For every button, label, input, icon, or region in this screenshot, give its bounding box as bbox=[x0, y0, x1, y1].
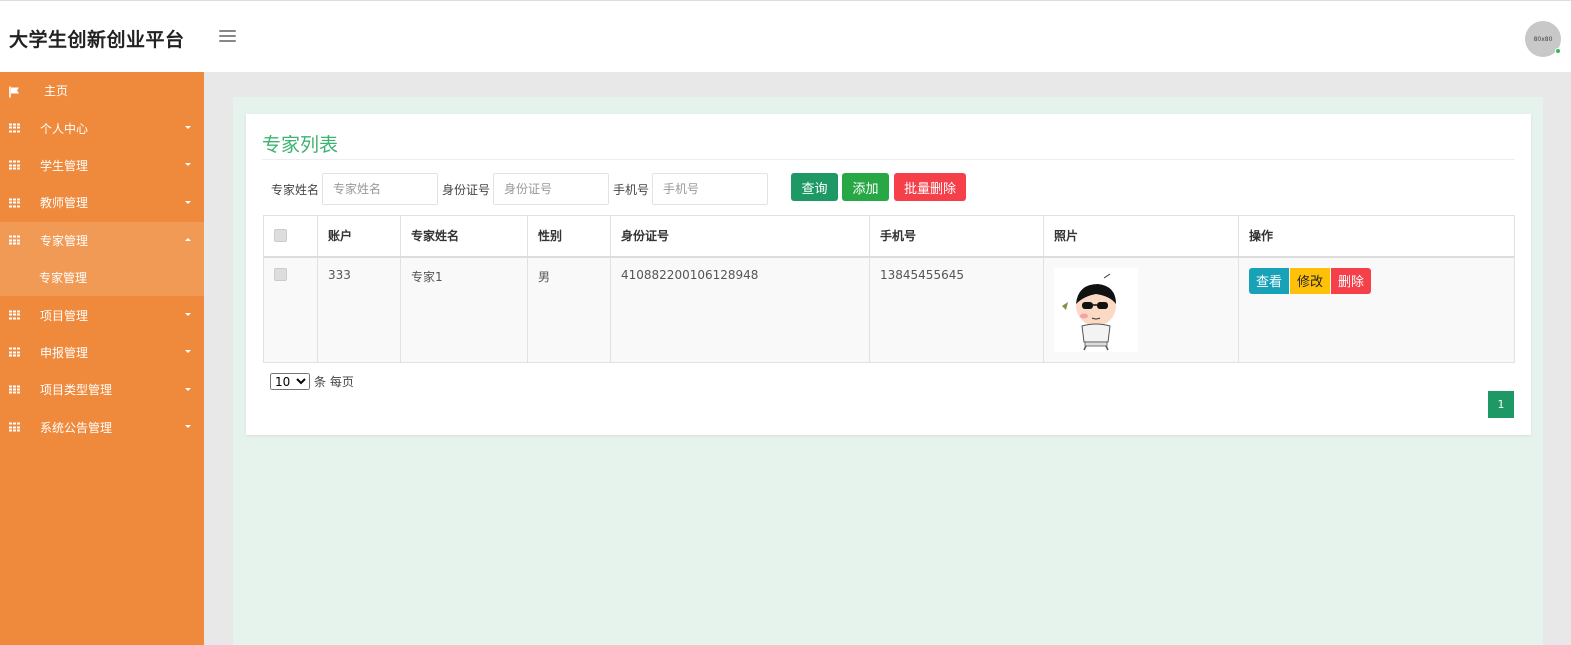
sidebar-item-experts[interactable]: 专家管理 bbox=[0, 221, 204, 259]
edit-button[interactable]: 修改 bbox=[1290, 267, 1331, 294]
avatar-placeholder-text: 80x80 bbox=[1533, 35, 1553, 43]
query-button[interactable]: 查询 bbox=[791, 173, 838, 201]
sidebar-item-label: 教师管理 bbox=[40, 196, 89, 211]
sidebar-item-label: 学生管理 bbox=[40, 158, 89, 173]
column-header: 操作 bbox=[1238, 215, 1515, 258]
expert-photo bbox=[1054, 267, 1138, 352]
table-row: 333 专家1 男 410882200106128948 13845455645 bbox=[263, 256, 1515, 363]
row-select-cell bbox=[263, 256, 318, 363]
expert-name-input[interactable] bbox=[322, 173, 439, 205]
chevron-down-icon bbox=[185, 163, 191, 167]
view-button[interactable]: 查看 bbox=[1249, 267, 1290, 294]
sidebar-item-teachers[interactable]: 教师管理 bbox=[0, 184, 204, 221]
id-number-input[interactable] bbox=[493, 173, 610, 205]
name-cell: 专家1 bbox=[400, 256, 528, 363]
title-divider bbox=[262, 159, 1515, 160]
sidebar-item-label: 主页 bbox=[44, 84, 69, 99]
column-header: 身份证号 bbox=[610, 215, 870, 258]
grid-icon bbox=[9, 310, 20, 320]
sidebar-item-label: 系统公告管理 bbox=[40, 420, 113, 435]
grid-icon bbox=[9, 160, 20, 170]
column-header: 手机号 bbox=[869, 215, 1044, 258]
page-title: 专家列表 bbox=[262, 134, 339, 156]
search-form: 专家姓名 身份证号 手机号 bbox=[271, 173, 772, 205]
sidebar-item-projects[interactable]: 项目管理 bbox=[0, 296, 204, 333]
phone-cell: 13845455645 bbox=[869, 256, 1044, 363]
phone-input[interactable] bbox=[652, 173, 769, 205]
column-header: 照片 bbox=[1043, 215, 1239, 258]
expert-list-card: 专家列表 专家姓名 身份证号 手机号 查询 添加 批量删除 账户 专家姓名 性别… bbox=[246, 114, 1531, 435]
batch-delete-button[interactable]: 批量删除 bbox=[894, 173, 966, 201]
online-status-icon bbox=[1555, 48, 1561, 54]
select-all-cell bbox=[263, 215, 318, 258]
expert-table: 账户 专家姓名 性别 身份证号 手机号 照片 操作 333 专家1 男 4108… bbox=[263, 215, 1515, 363]
delete-button[interactable]: 删除 bbox=[1331, 267, 1372, 294]
per-page-label: 条 每页 bbox=[314, 375, 354, 389]
sidebar-item-label: 专家管理 bbox=[40, 233, 89, 248]
brand-title: 大学生创新创业平台 bbox=[9, 29, 185, 51]
grid-icon bbox=[9, 385, 20, 394]
select-all-checkbox[interactable] bbox=[274, 228, 287, 242]
chevron-down-icon bbox=[185, 387, 191, 391]
menu-toggle-icon[interactable] bbox=[219, 30, 236, 44]
grid-icon bbox=[9, 347, 20, 357]
sidebar-item-label: 申报管理 bbox=[40, 345, 89, 360]
expert-name-label: 专家姓名 bbox=[271, 182, 320, 197]
column-header: 专家姓名 bbox=[400, 215, 528, 258]
row-actions: 查看 修改 删除 bbox=[1249, 267, 1504, 294]
sidebar-item-label: 项目类型管理 bbox=[40, 383, 113, 398]
sidebar-item-home[interactable]: 主页 bbox=[0, 72, 204, 109]
id-number-label: 身份证号 bbox=[442, 182, 491, 197]
sidebar-item-personal-center[interactable]: 个人中心 bbox=[0, 109, 204, 146]
column-header: 性别 bbox=[527, 215, 611, 258]
id-number-cell: 410882200106128948 bbox=[610, 256, 870, 363]
column-header: 账户 bbox=[317, 215, 401, 258]
pagination-page-1[interactable]: 1 bbox=[1488, 391, 1514, 418]
sidebar-item-announcements[interactable]: 系统公告管理 bbox=[0, 409, 204, 446]
row-checkbox[interactable] bbox=[274, 267, 287, 281]
sidebar-item-label: 个人中心 bbox=[40, 121, 89, 136]
chevron-down-icon bbox=[185, 425, 191, 429]
chevron-down-icon bbox=[185, 313, 191, 317]
sidebar: 主页 个人中心 学生管理 教师管理 专家管理 专家管理 项目管理 申报管理 项目… bbox=[0, 72, 204, 645]
chevron-down-icon bbox=[185, 350, 191, 354]
add-button[interactable]: 添加 bbox=[842, 173, 889, 201]
account-cell: 333 bbox=[317, 256, 401, 363]
grid-icon bbox=[9, 123, 20, 133]
avatar[interactable]: 80x80 bbox=[1525, 21, 1561, 57]
chevron-down-icon bbox=[185, 126, 191, 130]
top-header: 大学生创新创业平台 80x80 bbox=[0, 0, 1571, 72]
chevron-down-icon bbox=[185, 200, 191, 204]
chevron-up-icon bbox=[185, 238, 191, 242]
gender-cell: 男 bbox=[527, 256, 611, 363]
grid-icon bbox=[9, 235, 20, 245]
table-header-row: 账户 专家姓名 性别 身份证号 手机号 照片 操作 bbox=[263, 215, 1515, 258]
sidebar-item-label: 专家管理 bbox=[39, 271, 88, 286]
actions-cell: 查看 修改 删除 bbox=[1238, 256, 1515, 363]
flag-icon bbox=[9, 86, 20, 98]
sidebar-item-label: 项目管理 bbox=[40, 308, 89, 323]
grid-icon bbox=[9, 422, 20, 432]
phone-label: 手机号 bbox=[613, 182, 650, 197]
sidebar-item-students[interactable]: 学生管理 bbox=[0, 147, 204, 184]
sidebar-item-applications[interactable]: 申报管理 bbox=[0, 334, 204, 371]
sidebar-item-project-types[interactable]: 项目类型管理 bbox=[0, 371, 204, 408]
sidebar-subitem-expert-management[interactable]: 专家管理 bbox=[0, 258, 204, 297]
photo-cell bbox=[1043, 256, 1239, 363]
grid-icon bbox=[9, 198, 20, 208]
page-size-select[interactable]: 10 bbox=[270, 373, 310, 390]
page-size-control: 10 条 每页 bbox=[270, 373, 354, 390]
